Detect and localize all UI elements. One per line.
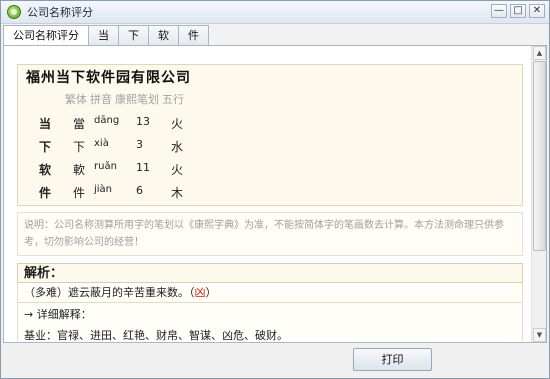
- company-info-box: 福州当下软件园有限公司 繁体 拼音 康熙笔划 五行 当 當 dāng 13 火 …: [17, 64, 523, 206]
- detail-text: 基业：官禄、进田、红艳、财帛、智谋、凶危、破财。: [24, 329, 288, 341]
- char-pinyin: xià: [94, 138, 109, 149]
- print-button[interactable]: 打印: [353, 348, 432, 371]
- char-element: 火: [171, 163, 184, 177]
- char-pinyin: dāng: [94, 115, 120, 126]
- char-strokes: 11: [136, 161, 150, 174]
- char-simplified: 下: [39, 140, 52, 154]
- analysis-summary: （多难）遮云蔽月的辛苦重来数。（凶）: [17, 283, 523, 303]
- tab-bar: 公司名称评分 当 下 软 件: [3, 25, 209, 46]
- char-simplified: 软: [39, 163, 52, 177]
- scroll-down-icon[interactable]: ▼: [533, 328, 546, 342]
- close-button[interactable]: ✕: [529, 4, 545, 18]
- tab-company-score[interactable]: 公司名称评分: [3, 25, 89, 46]
- char-pinyin: ruǎn: [94, 161, 117, 172]
- char-traditional: 當: [73, 117, 86, 131]
- char-simplified: 件: [39, 186, 52, 200]
- tab-panel: 福州当下软件园有限公司 繁体 拼音 康熙笔划 五行 当 當 dāng 13 火 …: [3, 45, 547, 343]
- char-pinyin: jiàn: [94, 184, 113, 195]
- tab-char-ruan[interactable]: 软: [148, 25, 179, 45]
- maximize-button[interactable]: □: [510, 4, 526, 18]
- scroll-thumb[interactable]: [533, 61, 546, 251]
- char-element: 木: [171, 186, 184, 200]
- summary-end: ）: [205, 286, 217, 299]
- tab-char-xia[interactable]: 下: [118, 25, 149, 45]
- char-traditional: 下: [73, 140, 86, 154]
- char-simplified: 当: [39, 117, 52, 131]
- title-bar[interactable]: 公司名称评分 — □ ✕: [1, 1, 549, 24]
- col-element: 五行: [162, 93, 184, 106]
- analysis-detail: → 详细解释： 基业：官禄、进田、红艳、财帛、智谋、凶危、破财。: [17, 303, 523, 341]
- char-strokes: 6: [136, 184, 143, 197]
- col-strokes: 康熙笔划: [115, 93, 159, 106]
- char-strokes: 13: [136, 115, 150, 128]
- tab-char-jian[interactable]: 件: [178, 25, 209, 45]
- content-area: 福州当下软件园有限公司 繁体 拼音 康熙笔划 五行 当 當 dāng 13 火 …: [5, 47, 533, 341]
- char-row: 当 當 dāng 13 火: [18, 115, 218, 137]
- char-element: 水: [171, 140, 184, 154]
- window-controls: — □ ✕: [491, 4, 545, 18]
- col-traditional: 繁体: [65, 93, 87, 106]
- app-window: 公司名称评分 — □ ✕ 公司名称评分 当 下 软 件 福州当下软件园有限公司 …: [0, 0, 550, 379]
- char-row: 下 下 xià 3 水: [18, 138, 218, 160]
- char-traditional: 軟: [73, 163, 86, 177]
- char-element: 火: [171, 117, 184, 131]
- minimize-button[interactable]: —: [491, 4, 507, 18]
- analysis-heading: 解析：: [17, 263, 523, 283]
- char-row: 件 件 jiàn 6 木: [18, 184, 218, 206]
- footer-bar: 打印: [1, 344, 549, 378]
- char-row: 软 軟 ruǎn 11 火: [18, 161, 218, 183]
- char-traditional: 件: [73, 186, 86, 200]
- summary-text: （多难）遮云蔽月的辛苦重来数。（: [24, 286, 195, 299]
- detail-title: → 详细解释：: [24, 308, 92, 321]
- column-header: 繁体 拼音 康熙笔划 五行: [65, 91, 184, 107]
- col-pinyin: 拼音: [90, 93, 112, 106]
- verdict-badge: 凶: [194, 286, 206, 299]
- vertical-scrollbar[interactable]: ▲ ▼: [531, 46, 546, 342]
- window-title: 公司名称评分: [27, 6, 93, 19]
- app-logo-icon: [7, 5, 21, 19]
- scroll-up-icon[interactable]: ▲: [533, 46, 546, 60]
- company-name: 福州当下软件园有限公司: [26, 70, 191, 86]
- char-strokes: 3: [136, 138, 143, 151]
- disclaimer-note: 说明：公司名称测算所用字的笔划以《康熙字典》为准，不能按简体字的笔画数去计算。本…: [17, 212, 523, 256]
- tab-char-dang[interactable]: 当: [88, 25, 119, 45]
